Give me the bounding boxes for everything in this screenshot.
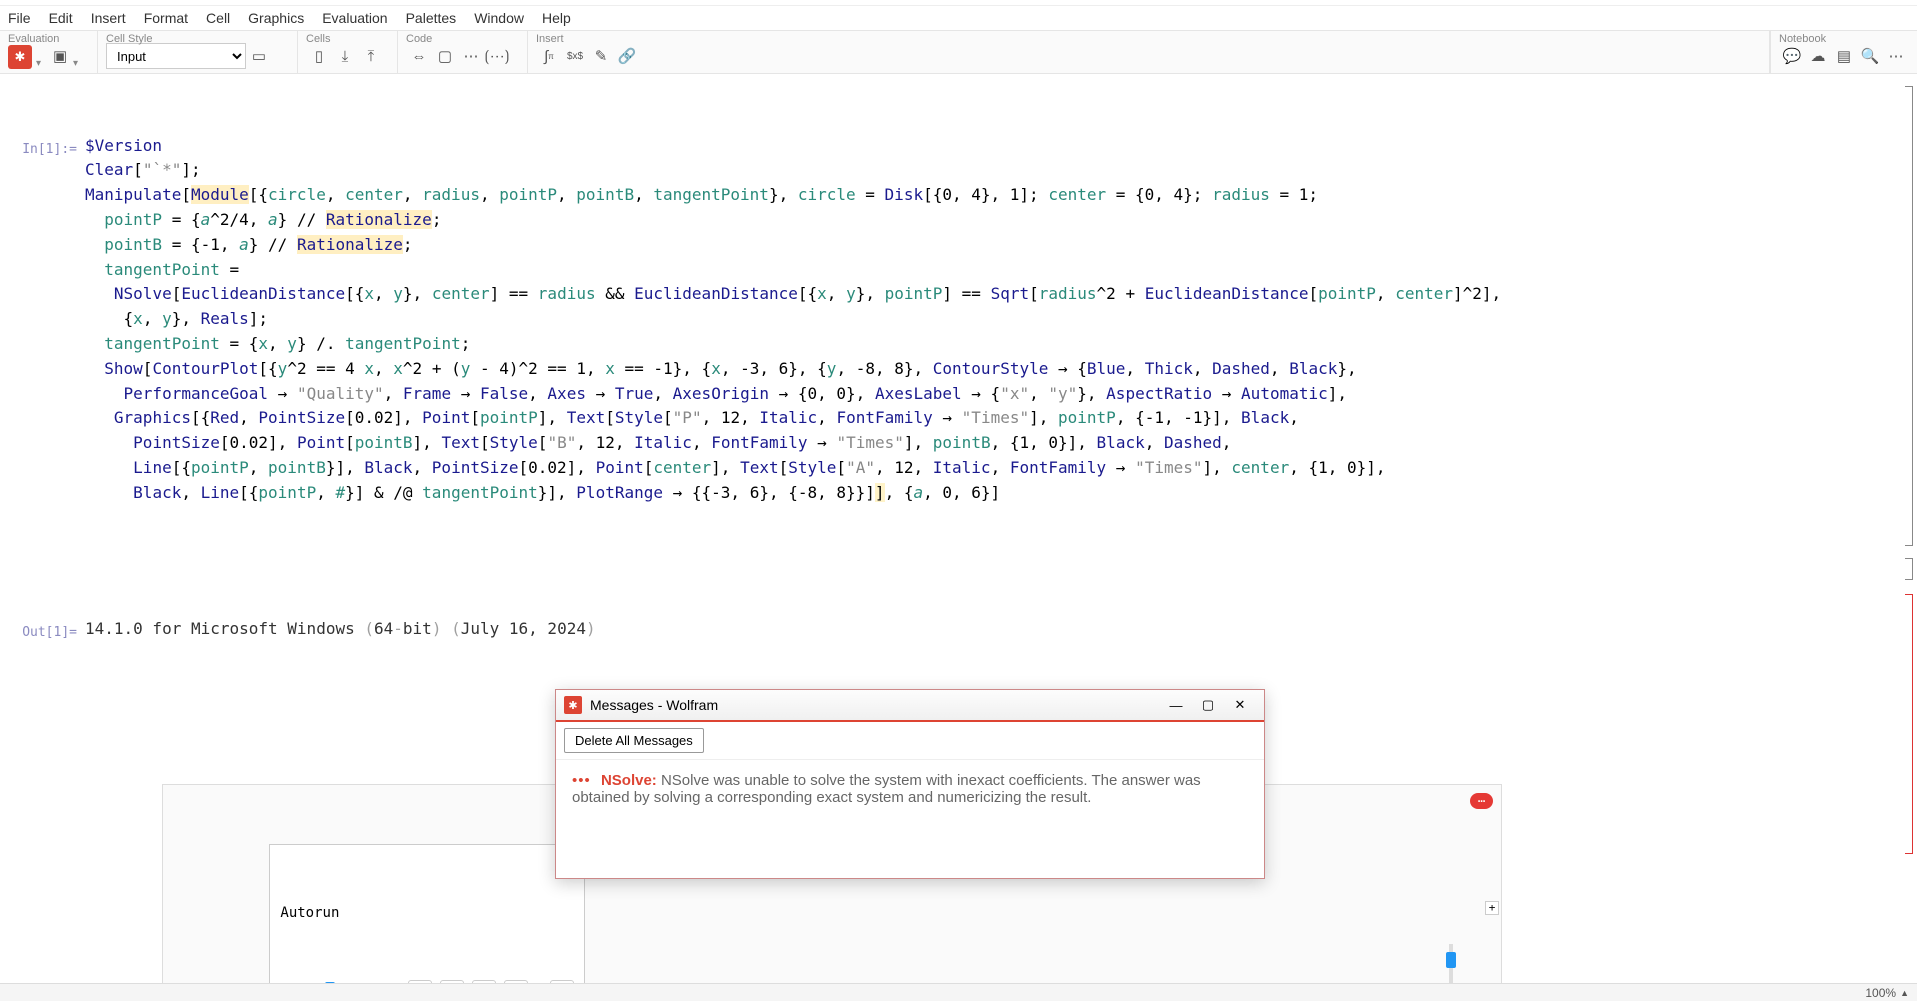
zoom-arrow-icon[interactable]: ▲: [1900, 988, 1909, 998]
cell-divide-button[interactable]: ▯: [306, 43, 332, 69]
slower-button[interactable]: ︾: [472, 980, 496, 983]
in-label: In[1]:=: [22, 142, 77, 157]
insert-math-button[interactable]: ∫π: [536, 43, 562, 69]
slider-expand-button[interactable]: +: [1485, 901, 1499, 915]
message-text: NSolve was unable to solve the system wi…: [572, 772, 1201, 806]
toolbar: Evaluation ✱ ▾ ▣ ▾ Cell Style Input ▭ Ce…: [0, 30, 1917, 74]
autorun-panel: Autorun ⏸ ︽ ︾ → ✕: [269, 844, 585, 983]
menu-insert[interactable]: Insert: [91, 10, 126, 26]
toolbar-label-cellstyle: Cell Style: [106, 33, 152, 45]
abort-dropdown-icon[interactable]: ▾: [73, 58, 78, 69]
autorun-label: Autorun: [280, 903, 574, 925]
toolbar-label-code: Code: [406, 33, 432, 45]
book-icon[interactable]: ▤: [1831, 43, 1857, 69]
evaluate-button[interactable]: ✱: [8, 45, 32, 69]
code-extend-button[interactable]: ⇔: [406, 43, 432, 69]
abort-button[interactable]: ▣: [47, 43, 73, 69]
menu-evaluation[interactable]: Evaluation: [322, 10, 387, 26]
maximize-button[interactable]: ▢: [1192, 691, 1224, 719]
menu-window[interactable]: Window: [474, 10, 524, 26]
insert-tex-button[interactable]: $x$: [562, 43, 588, 69]
cell-bracket-output1[interactable]: [1905, 558, 1913, 580]
out-label: Out[1]=: [22, 625, 77, 640]
message-tag: NSolve:: [601, 772, 657, 789]
toolbar-label-cells: Cells: [306, 33, 330, 45]
cell-in-button[interactable]: ⤓: [332, 43, 358, 69]
toolbar-label-notebook: Notebook: [1779, 33, 1826, 45]
output-version-text: 14.1.0 for Microsoft Windows (64-bit) (J…: [85, 617, 1897, 644]
manipulate-a-slider[interactable]: +: [1421, 895, 1481, 983]
cell-bracket-output2[interactable]: [1905, 594, 1913, 854]
close-autorun-button[interactable]: ✕: [550, 980, 574, 983]
menu-edit[interactable]: Edit: [49, 10, 73, 26]
menu-palettes[interactable]: Palettes: [406, 10, 457, 26]
delete-all-messages-button[interactable]: Delete All Messages: [564, 728, 704, 753]
toolbar-label-insert: Insert: [536, 33, 564, 45]
toolbar-label-evaluation: Evaluation: [8, 33, 59, 45]
cloud-icon[interactable]: ☁: [1805, 43, 1831, 69]
more-icon[interactable]: ⋯: [1883, 43, 1909, 69]
code-ellipsis-button[interactable]: ⋯: [458, 43, 484, 69]
chat-icon[interactable]: 💬: [1779, 43, 1805, 69]
evaluate-dropdown-icon[interactable]: ▾: [36, 58, 41, 69]
code-iconize-button[interactable]: ▢: [432, 43, 458, 69]
cell-style-select[interactable]: Input: [106, 43, 246, 69]
notebook-area[interactable]: In[1]:= $Version Clear["`*"]; Manipulate…: [0, 74, 1917, 983]
menu-format[interactable]: Format: [144, 10, 188, 26]
menu-file[interactable]: File: [8, 10, 31, 26]
cell-bracket-input[interactable]: [1905, 86, 1913, 546]
messages-title: Messages - Wolfram: [590, 697, 1160, 713]
search-icon[interactable]: 🔍: [1857, 43, 1883, 69]
menu-bar: File Edit Insert Format Cell Graphics Ev…: [0, 6, 1917, 30]
cell-style-extra-button[interactable]: ▭: [246, 43, 272, 69]
menu-help[interactable]: Help: [542, 10, 571, 26]
minimize-button[interactable]: —: [1160, 691, 1192, 719]
menu-graphics[interactable]: Graphics: [248, 10, 304, 26]
message-dots-icon: •••: [572, 772, 591, 789]
close-button[interactable]: ✕: [1224, 691, 1256, 719]
input-cell[interactable]: $Version Clear["`*"]; Manipulate[Module[…: [85, 134, 1897, 506]
direction-button[interactable]: →: [504, 980, 528, 983]
cell-out-button[interactable]: ⤒: [358, 43, 384, 69]
message-body: ••• NSolve: NSolve was unable to solve t…: [556, 760, 1264, 818]
messages-window: ✱ Messages - Wolfram — ▢ ✕ Delete All Me…: [555, 689, 1265, 879]
status-bar: 100% ▲: [0, 983, 1917, 1001]
zoom-level[interactable]: 100%: [1865, 986, 1896, 1000]
code-match-button[interactable]: ⟮⋯⟯: [484, 43, 510, 69]
menu-cell[interactable]: Cell: [206, 10, 230, 26]
faster-button[interactable]: ︽: [440, 980, 464, 983]
wolfram-icon: ✱: [564, 696, 582, 714]
insert-draw-button[interactable]: ✎: [588, 43, 614, 69]
insert-link-button[interactable]: 🔗: [614, 43, 640, 69]
pause-button[interactable]: ⏸: [408, 980, 432, 983]
manipulate-menu-button[interactable]: ⋯: [1470, 793, 1493, 809]
